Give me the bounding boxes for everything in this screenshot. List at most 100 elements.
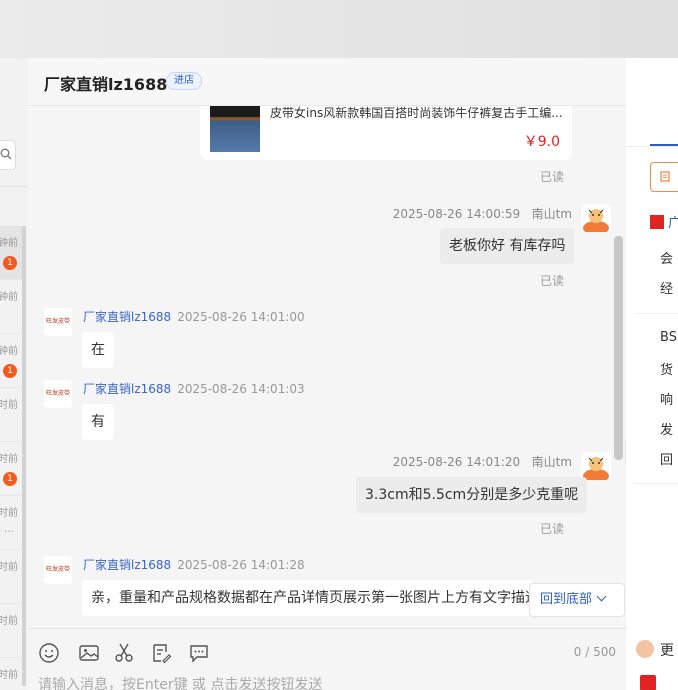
message-bubble: 老板你好 有库存吗	[440, 228, 575, 264]
message-bubble: 有	[82, 404, 114, 440]
message-input[interactable]	[38, 675, 598, 690]
message-bubble: 在	[82, 332, 114, 368]
info-divider	[634, 313, 678, 314]
message-time: 2025-08-26 14:00:59	[392, 207, 521, 221]
info-row-label: 货	[660, 363, 674, 378]
chat-title: 厂家直销lz1688	[44, 75, 168, 94]
avatar	[636, 640, 654, 658]
cartoon-avatar-icon	[583, 457, 609, 480]
checkbox-checked[interactable]	[640, 675, 656, 690]
conversation-time: 时前	[0, 670, 18, 681]
chat-header: 厂家直销lz1688 进店	[28, 58, 626, 106]
unread-badge: 1	[3, 364, 17, 378]
conversation-item[interactable]: 时前 …	[0, 496, 22, 550]
search-icon	[0, 148, 12, 160]
message-meta: 厂家直销lz1688 2025-08-26 14:01:03	[83, 380, 305, 397]
conversation-item[interactable]: 时前	[0, 550, 22, 604]
conversation-list: 钟前 1 钟前 钟前 1 时前 时前 1 时前… 时前 时前 时前	[0, 226, 22, 690]
back-to-bottom-label: 回到底部	[540, 592, 593, 607]
conversation-time: 时前	[0, 616, 18, 627]
message-time: 2025-08-26 14:01:20	[392, 455, 521, 469]
conversation-item[interactable]: 钟前 1	[0, 226, 22, 280]
product-image[interactable]	[210, 106, 260, 152]
cartoon-avatar-icon	[583, 209, 609, 232]
character-counter: 0 / 500	[573, 645, 616, 659]
chat-bubble-icon[interactable]	[188, 642, 210, 664]
message-sender: 南山tm	[531, 207, 572, 221]
emoji-icon[interactable]	[38, 642, 60, 664]
unread-badge: 1	[3, 472, 17, 486]
message-sender: 厂家直销lz1688	[83, 310, 172, 324]
conversation-item[interactable]: 时前 1	[0, 442, 22, 496]
message-time: 2025-08-26 14:01:28	[177, 558, 305, 572]
conversation-item[interactable]: 钟前	[0, 280, 22, 334]
conversation-list-panel: 钟前 1 钟前 钟前 1 时前 时前 1 时前… 时前 时前 时前	[0, 58, 28, 690]
message-meta: 2025-08-26 14:00:59 南山tm	[393, 205, 572, 222]
shop-name: 广	[668, 216, 678, 231]
conversation-item[interactable]: 时前	[0, 658, 22, 690]
conversation-time: 钟前	[0, 238, 18, 249]
unread-badge: 1	[3, 256, 17, 270]
enter-shop-button[interactable]: 进店	[166, 72, 202, 90]
product-card[interactable]: 皮带女ins风新款韩国百搭时尚装饰牛仔裤复古手工编... ￥9.0	[200, 106, 572, 160]
info-divider	[634, 483, 678, 484]
conversation-list-scrollbar[interactable]	[22, 226, 26, 686]
shop-link[interactable]: 广	[650, 212, 678, 231]
customer-info-panel: 广 会 经 BS 货 响 发 回 更	[626, 58, 678, 690]
scissors-icon[interactable]	[113, 642, 135, 664]
message-sender: 厂家直销lz1688	[83, 558, 172, 572]
message-sender: 厂家直销lz1688	[83, 382, 172, 396]
copy-button[interactable]	[650, 162, 678, 192]
shop-avatar[interactable]: 旺发皮带	[44, 308, 72, 336]
window-top-band	[0, 0, 678, 58]
list-divider	[0, 186, 28, 187]
info-row-label: 经	[660, 282, 674, 297]
more-label: 更	[660, 643, 674, 659]
product-price: ￥9.0	[523, 134, 560, 150]
info-row-label: 响	[660, 393, 674, 408]
copy-icon	[660, 171, 670, 182]
message-meta: 厂家直销lz1688 2025-08-26 14:01:28	[83, 556, 305, 573]
conversation-search[interactable]	[0, 140, 16, 170]
conversation-time: 时前	[0, 454, 18, 465]
message-time: 2025-08-26 14:01:00	[177, 310, 305, 324]
info-row-label: 回	[660, 453, 674, 468]
conversation-time: 时前	[0, 400, 18, 411]
image-icon[interactable]	[78, 642, 100, 664]
edit-note-icon[interactable]	[150, 642, 172, 664]
conversation-item[interactable]: 时前	[0, 388, 22, 442]
message-bubble: 亲，重量和产品规格数据都在产品详情页展示第一张图片上方有文字描述	[82, 580, 534, 616]
message-list: 皮带女ins风新款韩国百搭时尚装饰牛仔裤复古手工编... ￥9.0 已读 202…	[28, 106, 626, 628]
shop-badge-icon	[650, 215, 664, 229]
read-status: 已读	[539, 170, 564, 184]
message-time: 2025-08-26 14:01:03	[177, 382, 305, 396]
conversation-preview: …	[4, 524, 14, 535]
message-sender: 南山tm	[531, 455, 572, 469]
shop-avatar[interactable]: 旺发皮带	[44, 556, 72, 584]
chat-panel: 厂家直销lz1688 进店 皮带女ins风新款韩国百搭时尚装饰牛仔裤复古手工编.…	[28, 58, 639, 690]
info-row-label: 发	[660, 423, 674, 438]
product-title: 皮带女ins风新款韩国百搭时尚装饰牛仔裤复古手工编...	[270, 106, 563, 120]
conversation-time: 时前	[0, 508, 18, 519]
user-avatar[interactable]	[581, 204, 611, 232]
read-status: 已读	[539, 522, 564, 536]
conversation-time: 钟前	[0, 346, 18, 357]
info-row-label: 会	[660, 252, 674, 267]
read-status: 已读	[539, 274, 564, 288]
chevron-down-icon	[596, 591, 607, 602]
conversation-time: 时前	[0, 562, 18, 573]
info-row-label: BS	[660, 330, 677, 345]
chat-scrollbar[interactable]	[614, 236, 623, 460]
tab-divider	[626, 146, 678, 147]
message-meta: 2025-08-26 14:01:20 南山tm	[393, 453, 572, 470]
conversation-item[interactable]: 时前	[0, 604, 22, 658]
composer-divider	[28, 628, 626, 629]
conversation-item[interactable]: 钟前 1	[0, 334, 22, 388]
back-to-bottom-button[interactable]: 回到底部	[529, 583, 625, 617]
conversation-time: 钟前	[0, 292, 18, 303]
message-meta: 厂家直销lz1688 2025-08-26 14:01:00	[83, 308, 305, 325]
user-avatar[interactable]	[581, 452, 611, 480]
more-section[interactable]: 更	[636, 640, 674, 660]
message-bubble: 3.3cm和5.5cm分别是多少克重呢	[356, 477, 588, 513]
shop-avatar[interactable]: 旺发皮带	[44, 380, 72, 408]
